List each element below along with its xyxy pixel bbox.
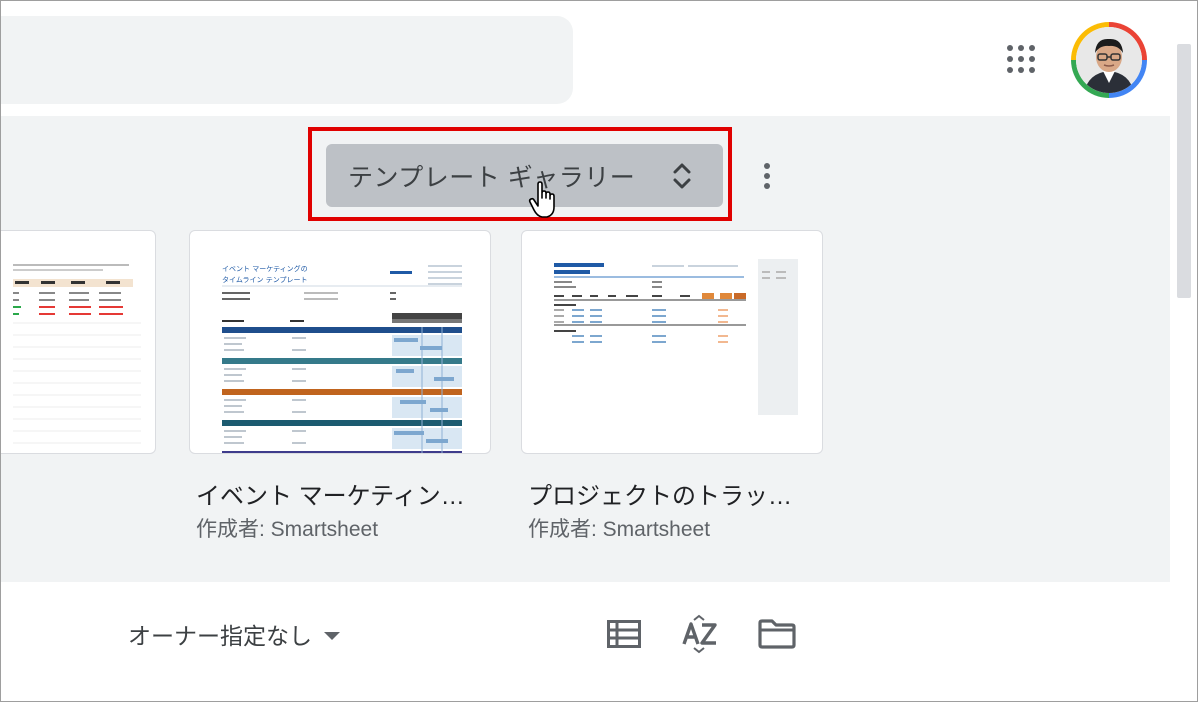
template-author: 作成者: Smartsheet — [528, 518, 711, 541]
thumbnail-heading: イベント マーケティングの — [222, 264, 308, 273]
apps-grid-icon[interactable] — [1002, 40, 1040, 78]
owner-filter-label: オーナー指定なし — [128, 623, 312, 649]
template-gallery-label: テンプレート ギャラリー — [348, 163, 636, 192]
svg-text:タイムライン テンプレート: タイムライン テンプレート — [222, 275, 308, 284]
template-card-partial[interactable] — [0, 230, 156, 454]
caret-down-icon — [324, 632, 340, 640]
template-title[interactable]: プロジェクトのトラッ… — [528, 476, 792, 511]
template-gallery: テンプレート ギャラリー イベント マーケティングの タイムライン テンプレート… — [0, 116, 1170, 582]
more-vert-icon[interactable] — [752, 156, 782, 196]
owner-filter-dropdown[interactable]: オーナー指定なし — [128, 617, 340, 651]
template-thumbnail — [554, 259, 798, 415]
template-thumbnail: イベント マーケティングの タイムライン テンプレート — [222, 264, 462, 453]
template-gallery-button[interactable]: テンプレート ギャラリー — [326, 144, 723, 207]
template-card-event-marketing[interactable]: イベント マーケティングの タイムライン テンプレート — [189, 230, 491, 454]
scrollbar-thumb[interactable] — [1177, 44, 1191, 298]
sort-az-icon[interactable] — [678, 612, 722, 656]
search-bar[interactable] — [0, 16, 573, 104]
hand-cursor-icon — [528, 181, 555, 218]
template-card-project-tracking[interactable] — [521, 230, 823, 454]
template-thumbnail — [13, 264, 141, 444]
unfold-icon — [673, 163, 691, 189]
avatar-photo — [1076, 27, 1142, 93]
template-title[interactable]: イベント マーケティン… — [196, 476, 465, 511]
account-avatar[interactable] — [1071, 22, 1147, 98]
list-view-icon[interactable] — [602, 612, 646, 656]
folder-icon[interactable] — [755, 612, 799, 656]
template-author: 作成者: Smartsheet — [196, 518, 379, 541]
